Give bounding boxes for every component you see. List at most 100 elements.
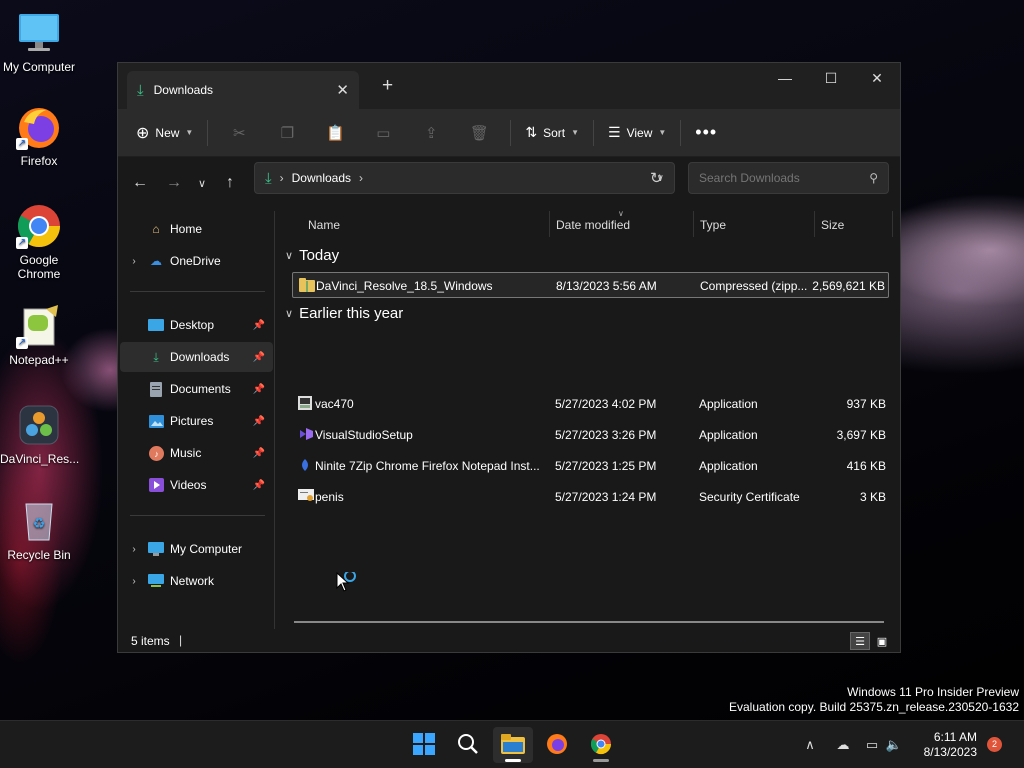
up-arrow-icon[interactable]: ↑ — [226, 174, 234, 192]
sidebar-item-desktop[interactable]: Desktop 📌 — [120, 310, 273, 340]
clock[interactable]: 6:11 AM 8/13/2023 — [924, 730, 977, 760]
pin-icon[interactable]: 📌 — [253, 320, 265, 331]
pin-icon[interactable]: 📌 — [253, 384, 265, 395]
taskbar-chrome[interactable] — [581, 727, 621, 763]
column-header-size[interactable]: Size — [821, 218, 844, 232]
desktop-icon-davinci-resolve[interactable]: DaVinci_Res... — [0, 402, 80, 466]
volume-icon[interactable]: 🔈 — [884, 737, 904, 753]
show-hidden-icons-chevron-icon[interactable]: ∧ — [800, 737, 820, 753]
search-box[interactable]: ⚲ — [688, 162, 889, 194]
tab-downloads[interactable]: ⤓ Downloads ✕ — [127, 71, 359, 109]
file-explorer-window: ⤓ Downloads ✕ + — ☐ ✕ ⊕ New ▼ ✂ ❐ 📋 ▭ ⇪ … — [117, 62, 901, 653]
close-tab-icon[interactable]: ✕ — [336, 81, 349, 99]
new-button[interactable]: ⊕ New ▼ — [136, 123, 193, 143]
column-divider[interactable] — [814, 211, 815, 237]
sidebar-item-onedrive[interactable]: › ☁ OneDrive — [120, 246, 273, 276]
videos-icon — [148, 477, 164, 493]
pin-icon[interactable]: 📌 — [253, 416, 265, 427]
mouse-cursor-busy-icon — [336, 570, 362, 597]
details-view-icon[interactable]: ☰ — [850, 632, 870, 650]
column-divider[interactable] — [892, 211, 893, 237]
taskbar-file-explorer[interactable] — [493, 727, 533, 763]
column-header-type[interactable]: Type — [700, 218, 726, 232]
taskbar-search-button[interactable] — [448, 727, 488, 763]
desktop-icon-label: DaVinci_Res... — [0, 452, 80, 466]
share-icon[interactable]: ⇪ — [414, 119, 448, 147]
file-row[interactable]: Ninite 7Zip Chrome Firefox Notepad Inst.… — [292, 453, 889, 479]
column-header-name[interactable]: Name — [308, 218, 340, 232]
sidebar-item-music[interactable]: ♪ Music 📌 — [120, 438, 273, 468]
column-header-date-modified[interactable]: Date modified — [556, 218, 630, 232]
network-icon[interactable]: ▭ — [860, 737, 884, 753]
breadcrumb-chevron-icon[interactable]: › — [280, 171, 284, 185]
notepad-plus-plus-icon: ↗ — [16, 303, 62, 349]
notification-badge[interactable]: 2 — [987, 737, 1002, 752]
sidebar-item-videos[interactable]: Videos 📌 — [120, 470, 273, 500]
cut-icon[interactable]: ✂ — [222, 119, 256, 147]
refresh-icon[interactable]: ↻ — [650, 169, 663, 187]
sidebar-item-pictures[interactable]: Pictures 📌 — [120, 406, 273, 436]
status-separator: | — [179, 633, 183, 647]
cloud-icon: ☁ — [150, 254, 162, 268]
certificate-icon — [298, 489, 314, 503]
column-divider[interactable] — [693, 211, 694, 237]
desktop-icon-my-computer[interactable]: My Computer — [0, 10, 78, 74]
sidebar-item-my-computer[interactable]: › My Computer — [120, 534, 273, 564]
sidebar-item-documents[interactable]: Documents 📌 — [120, 374, 273, 404]
back-arrow-icon[interactable]: ← — [132, 174, 148, 192]
sort-button[interactable]: ⇅ Sort ▼ — [525, 124, 579, 141]
navigation-pane: ⌂ Home › ☁ OneDrive Desktop 📌 ⤓ Download… — [118, 211, 275, 629]
breadcrumb-downloads[interactable]: Downloads — [292, 171, 351, 185]
expand-chevron-icon[interactable]: › — [120, 576, 148, 587]
collapse-chevron-icon[interactable]: ∨ — [285, 307, 293, 320]
sidebar-item-home[interactable]: ⌂ Home — [120, 214, 273, 244]
desktop-icon-google-chrome[interactable]: ↗ Google Chrome — [0, 203, 78, 281]
file-date: 5/27/2023 1:25 PM — [555, 459, 657, 473]
onedrive-offline-icon[interactable]: ☁ — [828, 737, 858, 753]
sidebar-item-network[interactable]: › Network — [120, 566, 273, 596]
recent-chevron-down-icon[interactable]: ∨ — [198, 177, 206, 190]
command-bar: ⊕ New ▼ ✂ ❐ 📋 ▭ ⇪ 🗑 ⇅ Sort ▼ ☰ View ▼ ••… — [118, 109, 900, 157]
collapse-chevron-icon[interactable]: ∨ — [285, 249, 293, 262]
desktop-icon-recycle-bin[interactable]: ♻ Recycle Bin — [0, 498, 78, 562]
horizontal-scrollbar[interactable] — [294, 621, 884, 623]
column-divider[interactable] — [549, 211, 550, 237]
paste-icon[interactable]: 📋 — [318, 119, 352, 147]
pin-icon[interactable]: 📌 — [253, 352, 265, 363]
rename-icon[interactable]: ▭ — [366, 119, 400, 147]
maximize-button[interactable]: ☐ — [808, 63, 854, 93]
tab-title: Downloads — [153, 83, 214, 97]
group-header-today[interactable]: ∨ Today — [285, 247, 339, 264]
search-input[interactable] — [699, 171, 870, 185]
close-window-button[interactable]: ✕ — [854, 63, 900, 93]
sidebar-item-downloads[interactable]: ⤓ Downloads 📌 — [120, 342, 273, 372]
more-options-icon[interactable]: ••• — [695, 122, 717, 143]
chevron-down-icon: ▼ — [571, 128, 580, 137]
new-tab-button[interactable]: + — [382, 75, 393, 97]
file-row[interactable]: vac470 5/27/2023 4:02 PM Application 937… — [292, 391, 889, 417]
taskbar-firefox[interactable] — [537, 727, 577, 763]
copy-icon[interactable]: ❐ — [270, 119, 304, 147]
large-icons-view-icon[interactable]: ▣ — [872, 632, 892, 650]
address-bar[interactable]: ⤓ › Downloads › ∨ — [254, 162, 675, 194]
pin-icon[interactable]: 📌 — [253, 480, 265, 491]
desktop-icon-notepad-plus-plus[interactable]: ↗ Notepad++ — [0, 303, 78, 367]
svg-text:♪: ♪ — [154, 449, 159, 459]
pin-icon[interactable]: 📌 — [253, 448, 265, 459]
minimize-button[interactable]: — — [762, 63, 808, 93]
start-button[interactable] — [404, 727, 444, 763]
file-row[interactable]: DaVinci_Resolve_18.5_Windows 8/13/2023 5… — [292, 272, 889, 298]
file-row[interactable]: VisualStudioSetup 5/27/2023 3:26 PM Appl… — [292, 422, 889, 448]
view-list-icon: ☰ — [608, 124, 621, 140]
delete-icon[interactable]: 🗑 — [462, 119, 496, 147]
desktop-icon-firefox[interactable]: ↗ Firefox — [0, 104, 78, 168]
group-header-earlier-this-year[interactable]: ∨ Earlier this year — [285, 305, 403, 322]
forward-arrow-icon[interactable]: → — [166, 174, 182, 192]
file-row[interactable]: penis 5/27/2023 1:24 PM Security Certifi… — [292, 484, 889, 510]
breadcrumb-chevron-icon[interactable]: › — [359, 171, 363, 185]
file-name: VisualStudioSetup — [315, 428, 413, 442]
home-icon: ⌂ — [152, 222, 160, 236]
expand-chevron-icon[interactable]: › — [120, 544, 148, 555]
expand-chevron-icon[interactable]: › — [120, 256, 148, 267]
view-button[interactable]: ☰ View ▼ — [608, 124, 666, 141]
